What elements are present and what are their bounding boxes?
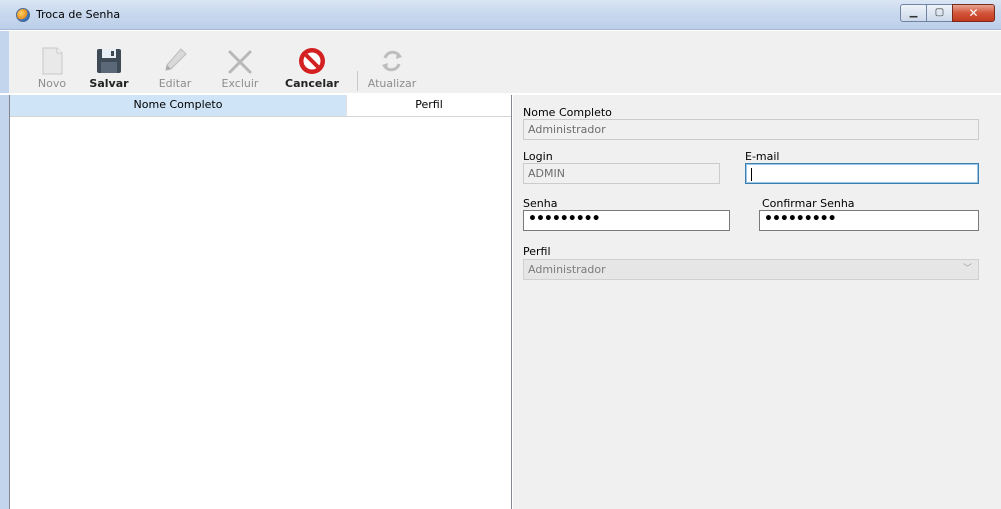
pencil-icon <box>165 48 187 71</box>
atualizar-label: Atualizar <box>367 77 417 90</box>
maximize-button[interactable]: ▢ <box>926 4 953 22</box>
cancel-no-entry-icon <box>299 48 325 74</box>
excluir-label: Excluir <box>221 77 259 90</box>
user-list[interactable]: Nome Completo Perfil <box>9 95 512 509</box>
window-controls: ▁ ▢ ✕ <box>900 4 995 22</box>
atualizar-button[interactable]: Atualizar <box>364 41 420 91</box>
perfil-value: Administrador <box>528 263 606 276</box>
title-bar: Troca de Senha ▁ ▢ ✕ <box>0 0 1001 30</box>
text-caret <box>751 167 752 181</box>
minimize-icon: ▁ <box>909 7 918 18</box>
list-header: Nome Completo Perfil <box>10 95 511 117</box>
email-field[interactable] <box>745 163 979 184</box>
maximize-icon: ▢ <box>934 7 945 18</box>
new-doc-icon <box>42 47 63 75</box>
column-header-perfil[interactable]: Perfil <box>347 95 511 117</box>
login-field[interactable]: ADMIN <box>523 163 720 184</box>
window-left-border <box>0 95 9 509</box>
confirmar-senha-label: Confirmar Senha <box>762 197 855 210</box>
email-label: E-mail <box>745 150 780 163</box>
excluir-button[interactable]: Excluir <box>212 41 268 91</box>
close-icon: ✕ <box>968 6 979 20</box>
close-button[interactable]: ✕ <box>952 4 995 22</box>
perfil-select[interactable]: Administrador ﹀ <box>523 259 979 280</box>
nome-completo-label: Nome Completo <box>523 106 612 119</box>
novo-button[interactable]: Novo <box>24 41 80 91</box>
cancelar-button[interactable]: Cancelar <box>284 41 340 91</box>
column-header-nome-completo[interactable]: Nome Completo <box>10 95 347 117</box>
novo-label: Novo <box>37 77 67 90</box>
app-icon <box>16 8 30 22</box>
floppy-disk-icon <box>97 49 121 73</box>
chevron-down-icon: ﹀ <box>962 264 972 274</box>
form-panel: Nome Completo Administrador Login ADMIN … <box>513 95 1001 509</box>
login-label: Login <box>523 150 553 163</box>
refresh-icon <box>382 50 402 72</box>
toolbar: Novo Salvar Editar Excluir Cancelar Atua… <box>0 31 1001 93</box>
minimize-button[interactable]: ▁ <box>900 4 927 22</box>
confirmar-senha-field[interactable]: ••••••••• <box>759 210 979 231</box>
senha-field[interactable]: ••••••••• <box>523 210 730 231</box>
senha-label: Senha <box>523 197 558 210</box>
editar-button[interactable]: Editar <box>147 41 203 91</box>
x-delete-icon <box>228 50 252 74</box>
toolbar-separator <box>357 71 358 91</box>
cancelar-label: Cancelar <box>285 77 339 90</box>
nome-completo-field[interactable]: Administrador <box>523 119 979 140</box>
window-title: Troca de Senha <box>36 8 121 21</box>
salvar-label: Salvar <box>89 77 129 90</box>
salvar-button[interactable]: Salvar <box>81 41 137 91</box>
editar-label: Editar <box>158 77 192 90</box>
perfil-label: Perfil <box>523 245 551 258</box>
